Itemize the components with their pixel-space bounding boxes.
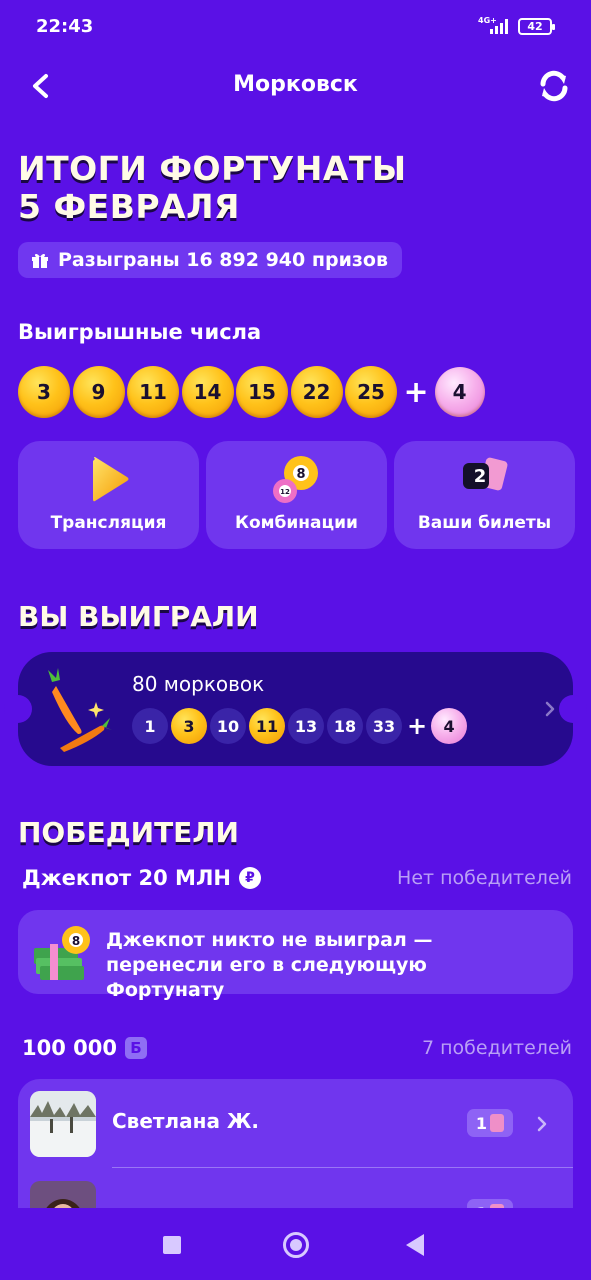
ticket-numbers: 1 3 10 11 13 18 33 + 4 [132, 708, 470, 744]
tier-amount: 100 000 [22, 1036, 117, 1060]
ticket-ball: 18 [327, 708, 363, 744]
lottery-balls-icon: 8 12 [272, 456, 318, 503]
winning-ball: 14 [181, 366, 234, 418]
winning-ball: 22 [290, 366, 343, 418]
plus-sign: + [407, 712, 428, 740]
system-nav-bar [0, 1208, 591, 1280]
ticket-icon [490, 1114, 505, 1132]
prize-title: 80 морковок [132, 672, 265, 696]
app-header: Морковск [0, 60, 591, 112]
your-tickets-tile[interactable]: 2 Ваши билеты [394, 441, 575, 549]
money-stack-icon: 8 [34, 926, 90, 980]
chevron-right-icon [537, 1116, 547, 1132]
bonus-currency-icon: Б [124, 1037, 147, 1059]
winning-ball: 25 [345, 366, 397, 418]
tier-winners-count: 7 победителей [421, 1037, 572, 1059]
winning-numbers: 3 9 11 14 15 22 25 + 4 [18, 366, 487, 418]
jackpot-label: Джекпот 20 МЛН [22, 866, 231, 890]
winner-row[interactable]: Светлана Ж. 1 [18, 1079, 573, 1168]
combinations-tile[interactable]: 8 12 Комбинации [206, 441, 387, 549]
tier-row: 100 000 Б 7 победителей [22, 1036, 572, 1060]
svg-text:8: 8 [72, 934, 80, 948]
gift-icon [32, 253, 48, 268]
your-tickets-label: Ваши билеты [417, 513, 552, 533]
you-won-heading: ВЫ ВЫИГРАЛИ [18, 600, 259, 633]
prizes-badge: Разыграны 16 892 940 призов [18, 242, 403, 278]
winning-ball: 9 [72, 366, 125, 418]
jackpot-status: Нет победителей [397, 867, 572, 889]
winner-name: Светлана Ж. [112, 1109, 259, 1133]
refresh-button[interactable] [534, 66, 574, 106]
ruble-icon: ₽ [238, 867, 261, 889]
divider [112, 1167, 573, 1168]
winners-list: Светлана Ж. 1 1 [18, 1079, 573, 1219]
jackpot-row: Джекпот 20 МЛН ₽ Нет победителей [22, 866, 572, 890]
winning-ticket-card[interactable]: 80 морковок 1 3 10 11 13 18 33 + 4 [4, 652, 587, 766]
action-tiles: Трансляция 8 12 Комбинации 2 Ваши билеты [18, 441, 575, 549]
status-time: 22:43 [36, 16, 94, 37]
battery-icon: 42 [518, 18, 555, 35]
avatar [30, 1091, 96, 1157]
broadcast-tile[interactable]: Трансляция [18, 441, 199, 549]
winning-ball: 3 [18, 366, 70, 418]
winning-numbers-label: Выигрышные числа [18, 320, 262, 344]
play-icon [92, 457, 128, 502]
page-header-title: Морковск [233, 72, 358, 97]
combinations-label: Комбинации [235, 513, 358, 533]
signal-icon [488, 18, 510, 34]
ticket-ball: 33 [366, 708, 402, 744]
svg-text:12: 12 [280, 488, 290, 496]
ticket-ball-hit: 11 [249, 708, 285, 744]
title-line-1: ИТОГИ ФОРТУНАТЫ [18, 149, 407, 188]
jackpot-info-card: 8 Джекпот никто не выиграл — перенесли е… [18, 910, 573, 1001]
tickets-count-badge: 2 [473, 466, 487, 487]
ticket-ball: 1 [132, 708, 168, 744]
carrot-icon [48, 668, 112, 752]
jackpot-message: Джекпот никто не выиграл — перенесли его… [106, 929, 433, 1001]
winner-tickets-count: 1 [475, 1113, 488, 1133]
ticket-ball: 10 [210, 708, 246, 744]
chevron-right-icon [545, 701, 555, 717]
plus-sign: + [403, 374, 429, 410]
home-button[interactable] [283, 1232, 309, 1258]
winning-ball: 11 [127, 366, 179, 418]
ticket-bonus-ball: 4 [431, 708, 468, 744]
winning-ball: 15 [236, 366, 288, 418]
system-back-button[interactable] [406, 1234, 424, 1256]
title-line-2: 5 ФЕВРАЛЯ [18, 187, 240, 226]
svg-text:8: 8 [296, 467, 305, 482]
broadcast-label: Трансляция [50, 513, 167, 533]
bonus-ball: 4 [434, 367, 485, 417]
prizes-text: Разыграны 16 892 940 призов [58, 249, 389, 271]
status-bar: 22:43 4G+ 42 [0, 0, 591, 56]
recents-button[interactable] [163, 1236, 181, 1254]
ticket-ball: 13 [288, 708, 324, 744]
page-title: ИТОГИ ФОРТУНАТЫ 5 ФЕВРАЛЯ [18, 150, 578, 226]
refresh-icon [540, 70, 568, 102]
winner-tickets-badge: 1 [467, 1109, 513, 1137]
winners-heading: ПОБЕДИТЕЛИ [18, 816, 239, 849]
ticket-ball-hit: 3 [171, 708, 207, 744]
